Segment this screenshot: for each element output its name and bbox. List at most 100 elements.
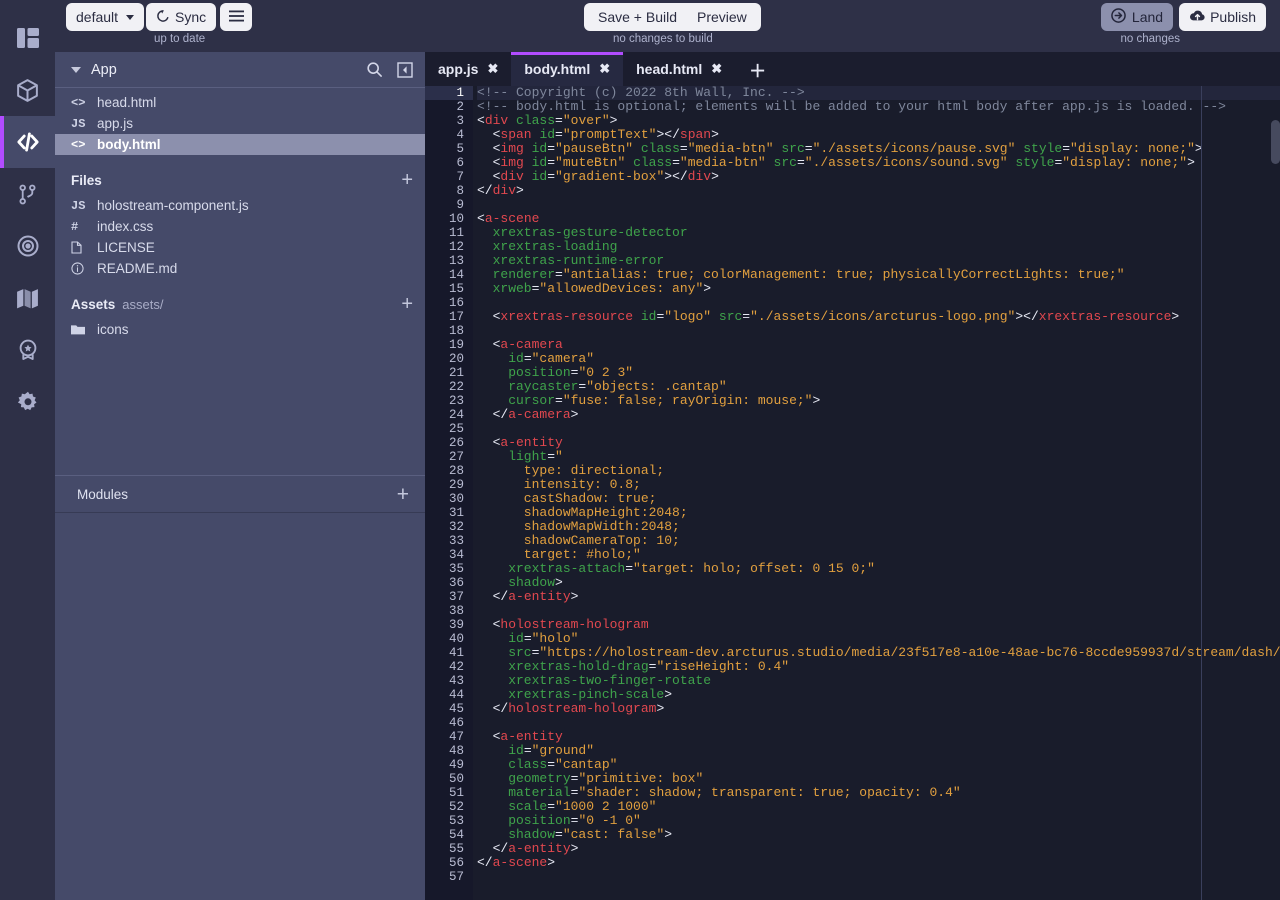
tab-body-html[interactable]: body.html ✖ (511, 52, 624, 86)
sidebar-item-branch[interactable] (0, 168, 55, 220)
publish-button[interactable]: Publish (1179, 3, 1266, 31)
add-file-button[interactable]: + (401, 170, 413, 190)
code-line[interactable]: castShadow: true; (477, 492, 1280, 506)
close-icon[interactable]: ✖ (599, 61, 610, 77)
code-line[interactable]: shadow="cast: false"> (477, 828, 1280, 842)
code-line[interactable]: target: #holo;" (477, 548, 1280, 562)
list-item[interactable]: LICENSE (55, 237, 425, 258)
code-line[interactable]: </div> (477, 184, 1280, 198)
code-line[interactable]: id="ground" (477, 744, 1280, 758)
code-line[interactable]: intensity: 0.8; (477, 478, 1280, 492)
code-line[interactable]: </a-scene> (477, 856, 1280, 870)
code-line[interactable] (477, 604, 1280, 618)
code-line[interactable]: <a-entity (477, 436, 1280, 450)
close-icon[interactable]: ✖ (711, 61, 722, 77)
menu-button[interactable] (220, 3, 252, 31)
sidebar-item-badge[interactable] (0, 324, 55, 376)
add-module-button[interactable]: + (397, 484, 409, 505)
caret-down-icon[interactable] (71, 66, 81, 73)
code-line[interactable]: xrextras-attach="target: holo; offset: 0… (477, 562, 1280, 576)
code-line[interactable]: position="0 -1 0" (477, 814, 1280, 828)
save-build-button[interactable]: Save + Build (588, 4, 687, 30)
code-line[interactable]: xrextras-gesture-detector (477, 226, 1280, 240)
list-item[interactable]: JS holostream-component.js (55, 195, 425, 216)
code-line[interactable]: cursor="fuse: false; rayOrigin: mouse;"> (477, 394, 1280, 408)
tab-app-js[interactable]: app.js ✖ (425, 52, 511, 86)
code-line[interactable]: <xrextras-resource id="logo" src="./asse… (477, 310, 1280, 324)
code-line[interactable]: xrextras-hold-drag="riseHeight: 0.4" (477, 660, 1280, 674)
code-line[interactable]: <a-scene (477, 212, 1280, 226)
add-asset-button[interactable]: + (401, 294, 413, 314)
sidebar-item-dashboard[interactable] (0, 12, 55, 64)
code-line[interactable]: <div class="over"> (477, 114, 1280, 128)
code-surface[interactable]: 1 2 3 4 5 6 7 8 9 10 11 12 13 14 15 16 17 18 19 20 21 22 23 24 2… (425, 86, 1280, 900)
code-line[interactable]: class="cantap" (477, 758, 1280, 772)
sync-button-group[interactable]: Sync (146, 3, 217, 31)
code-line[interactable]: xrextras-pinch-scale> (477, 688, 1280, 702)
code-line[interactable]: scale="1000 2 1000" (477, 800, 1280, 814)
sidebar-item-code[interactable] (0, 116, 55, 168)
list-item[interactable]: # index.css (55, 216, 425, 237)
code-line[interactable]: shadowMapHeight:2048; (477, 506, 1280, 520)
code-line[interactable]: </a-entity> (477, 590, 1280, 604)
list-item-selected[interactable]: <> body.html (55, 134, 425, 155)
code-line[interactable] (477, 870, 1280, 884)
sidebar-item-settings[interactable] (0, 376, 55, 428)
close-icon[interactable]: ✖ (487, 61, 498, 77)
sidebar-item-map[interactable] (0, 272, 55, 324)
code-line[interactable]: shadowMapWidth:2048; (477, 520, 1280, 534)
code-line[interactable] (477, 324, 1280, 338)
land-button[interactable]: Land (1100, 3, 1174, 31)
code-line[interactable]: <!-- Copyright (c) 2022 8th Wall, Inc. -… (477, 86, 1280, 100)
search-icon[interactable] (366, 61, 383, 78)
code-text[interactable]: <!-- Copyright (c) 2022 8th Wall, Inc. -… (473, 86, 1280, 900)
code-line[interactable]: xrextras-loading (477, 240, 1280, 254)
code-line[interactable] (477, 422, 1280, 436)
new-tab-button[interactable]: ＋ (735, 52, 780, 86)
code-line[interactable]: </holostream-hologram> (477, 702, 1280, 716)
preview-button[interactable]: Preview (687, 4, 757, 30)
list-item[interactable]: JS app.js (55, 113, 425, 134)
sidebar-item-target[interactable] (0, 220, 55, 272)
list-item[interactable]: README.md (55, 258, 425, 279)
code-line[interactable]: <holostream-hologram (477, 618, 1280, 632)
code-line[interactable]: <img id="pauseBtn" class="media-btn" src… (477, 142, 1280, 156)
environment-select[interactable]: default (66, 3, 145, 31)
code-line[interactable]: raycaster="objects: .cantap" (477, 380, 1280, 394)
code-line[interactable]: light=" (477, 450, 1280, 464)
code-line[interactable]: shadowCameraTop: 10; (477, 534, 1280, 548)
code-line[interactable] (477, 716, 1280, 730)
code-line[interactable] (477, 296, 1280, 310)
code-line[interactable]: <!-- body.html is optional; elements wil… (477, 100, 1280, 114)
code-line[interactable]: position="0 2 3" (477, 366, 1280, 380)
code-line[interactable]: shadow> (477, 576, 1280, 590)
menu-button-group[interactable] (220, 3, 252, 31)
code-line[interactable]: type: directional; (477, 464, 1280, 478)
code-line[interactable]: geometry="primitive: box" (477, 772, 1280, 786)
code-line[interactable]: <img id="muteBtn" class="media-btn" src=… (477, 156, 1280, 170)
code-line[interactable]: xrextras-runtime-error (477, 254, 1280, 268)
sidebar-item-package[interactable] (0, 64, 55, 116)
environment-select-button[interactable]: default (66, 3, 145, 31)
code-line[interactable]: src="https://holostream-dev.arcturus.stu… (477, 646, 1280, 660)
code-line[interactable]: renderer="antialias: true; colorManageme… (477, 268, 1280, 282)
code-line[interactable] (477, 198, 1280, 212)
sync-button[interactable]: Sync (146, 3, 217, 31)
code-line[interactable]: material="shader: shadow; transparent: t… (477, 786, 1280, 800)
vertical-scrollbar[interactable] (1271, 120, 1280, 164)
list-item[interactable]: <> head.html (55, 92, 425, 113)
code-line[interactable]: <div id="gradient-box"></div> (477, 170, 1280, 184)
code-line[interactable]: <a-entity (477, 730, 1280, 744)
code-line[interactable]: id="camera" (477, 352, 1280, 366)
code-line[interactable]: xrextras-two-finger-rotate (477, 674, 1280, 688)
code-line[interactable]: xrweb="allowedDevices: any"> (477, 282, 1280, 296)
code-line[interactable]: </a-entity> (477, 842, 1280, 856)
code-line[interactable]: id="holo" (477, 632, 1280, 646)
code-line[interactable]: <span id="promptText"></span> (477, 128, 1280, 142)
code-line[interactable]: <a-camera (477, 338, 1280, 352)
collapse-panel-icon[interactable] (397, 61, 413, 78)
list-item[interactable]: icons (55, 319, 425, 340)
modules-section-header[interactable]: Modules + (55, 475, 425, 513)
tab-head-html[interactable]: head.html ✖ (623, 52, 735, 86)
code-line[interactable]: </a-camera> (477, 408, 1280, 422)
